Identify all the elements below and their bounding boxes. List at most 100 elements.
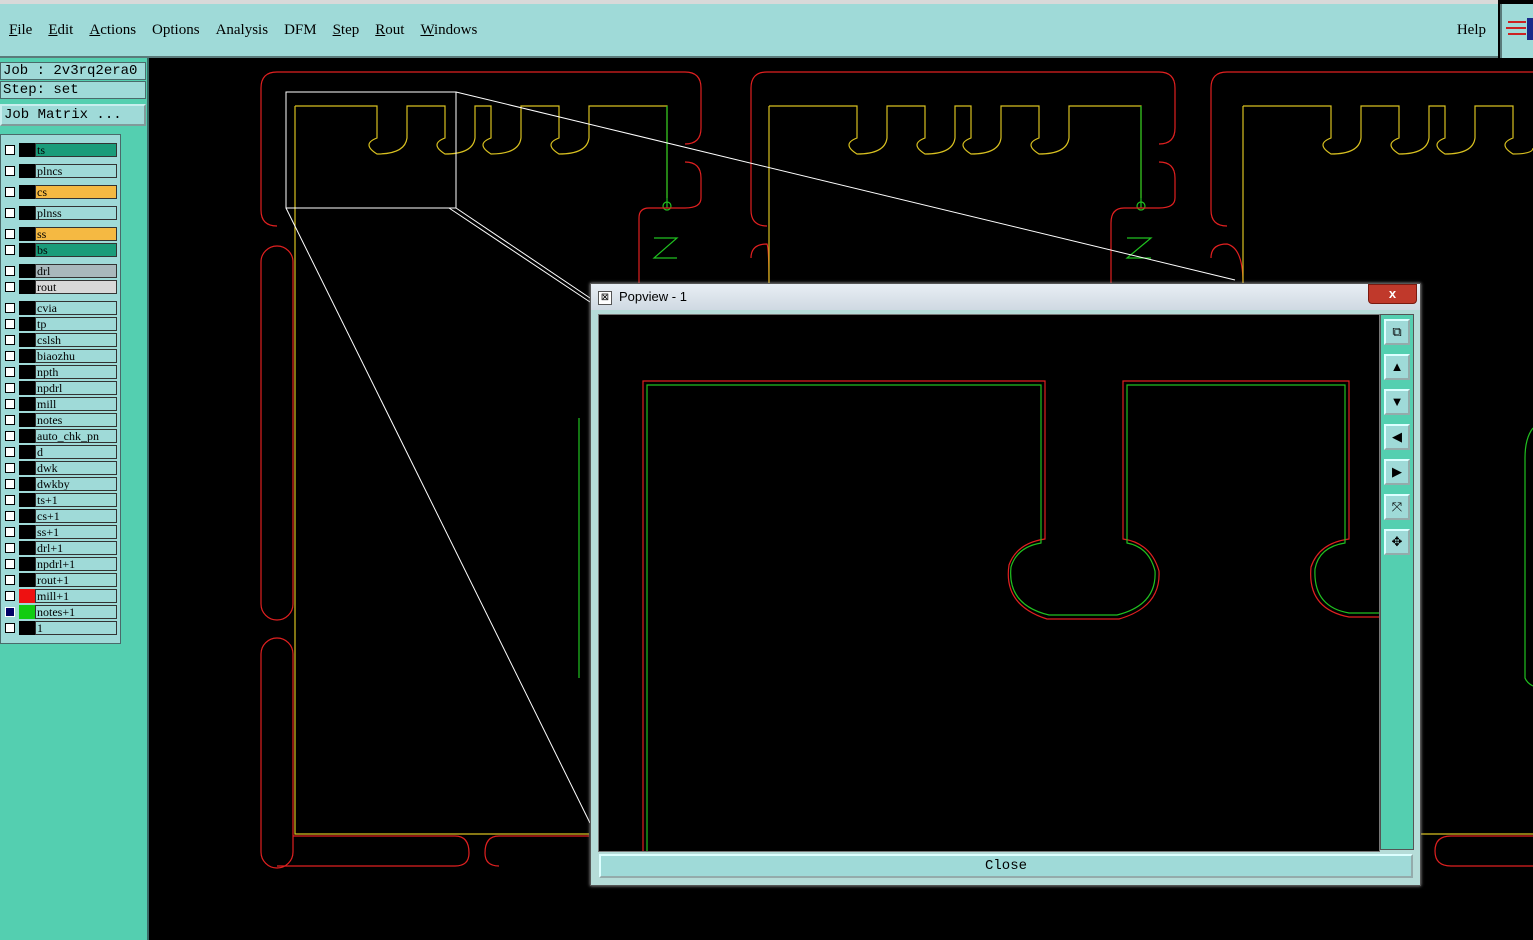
popview-titlebar[interactable]: ⊠ Popview - 1 x bbox=[591, 284, 1420, 310]
layer-row[interactable]: npth bbox=[1, 365, 119, 379]
layer-row[interactable]: plnss bbox=[1, 206, 119, 220]
zoom-fit-icon[interactable]: ⧉ bbox=[1384, 319, 1410, 345]
layer-name[interactable]: biaozhu bbox=[35, 349, 117, 363]
pan-right-icon[interactable]: ▶ bbox=[1384, 459, 1410, 485]
layer-name[interactable]: bs bbox=[35, 243, 117, 257]
menu-windows[interactable]: Windows bbox=[414, 22, 483, 39]
layer-name[interactable]: cs bbox=[35, 185, 117, 199]
menu-dfm[interactable]: DFM bbox=[278, 22, 323, 39]
layer-name[interactable]: cvia bbox=[35, 301, 117, 315]
menu-rout[interactable]: Rout bbox=[369, 22, 410, 39]
layer-name[interactable]: cs+1 bbox=[35, 509, 117, 523]
layer-checkbox[interactable] bbox=[5, 335, 15, 345]
layer-checkbox[interactable] bbox=[5, 282, 15, 292]
layer-name[interactable]: drl bbox=[35, 264, 117, 278]
layer-row[interactable]: plncs bbox=[1, 164, 119, 178]
layer-checkbox[interactable] bbox=[5, 415, 15, 425]
layer-row[interactable]: rout+1 bbox=[1, 573, 119, 587]
layer-row[interactable]: ts+1 bbox=[1, 493, 119, 507]
menu-help[interactable]: Help bbox=[1457, 22, 1486, 39]
menu-file[interactable]: File bbox=[3, 22, 38, 39]
layer-row[interactable]: npdrl+1 bbox=[1, 557, 119, 571]
zoom-out-icon[interactable]: ⤧ bbox=[1384, 494, 1410, 520]
layer-checkbox[interactable] bbox=[5, 575, 15, 585]
layer-name[interactable]: npdrl+1 bbox=[35, 557, 117, 571]
layer-row[interactable]: dwk bbox=[1, 461, 119, 475]
layer-name[interactable]: drl+1 bbox=[35, 541, 117, 555]
layer-row[interactable]: tp bbox=[1, 317, 119, 331]
layer-row[interactable]: drl bbox=[1, 264, 119, 278]
layer-row[interactable]: ss bbox=[1, 227, 119, 241]
layer-row[interactable]: cvia bbox=[1, 301, 119, 315]
layer-name[interactable]: rout bbox=[35, 280, 117, 294]
layer-name[interactable]: 1 bbox=[35, 621, 117, 635]
menu-edit[interactable]: Edit bbox=[42, 22, 79, 39]
layer-row[interactable]: biaozhu bbox=[1, 349, 119, 363]
layer-checkbox[interactable] bbox=[5, 319, 15, 329]
layer-row[interactable]: ts bbox=[1, 143, 119, 157]
layer-checkbox[interactable] bbox=[5, 187, 15, 197]
layer-row[interactable]: notes bbox=[1, 413, 119, 427]
layer-row[interactable]: d bbox=[1, 445, 119, 459]
layer-checkbox[interactable] bbox=[5, 607, 15, 617]
layer-name[interactable]: notes bbox=[35, 413, 117, 427]
layer-row[interactable]: ss+1 bbox=[1, 525, 119, 539]
layer-checkbox[interactable] bbox=[5, 543, 15, 553]
layer-checkbox[interactable] bbox=[5, 591, 15, 601]
layer-name[interactable]: notes+1 bbox=[35, 605, 117, 619]
layer-name[interactable]: npth bbox=[35, 365, 117, 379]
layer-checkbox[interactable] bbox=[5, 527, 15, 537]
layer-name[interactable]: ts+1 bbox=[35, 493, 117, 507]
layer-row[interactable]: notes+1 bbox=[1, 605, 119, 619]
layer-checkbox[interactable] bbox=[5, 383, 15, 393]
layer-row[interactable]: auto_chk_pn bbox=[1, 429, 119, 443]
layer-name[interactable]: mill+1 bbox=[35, 589, 117, 603]
layer-checkbox[interactable] bbox=[5, 166, 15, 176]
pan-up-icon[interactable]: ▲ bbox=[1384, 354, 1410, 380]
layer-checkbox[interactable] bbox=[5, 511, 15, 521]
layer-row[interactable]: npdrl bbox=[1, 381, 119, 395]
menu-options[interactable]: Options bbox=[146, 22, 206, 39]
popview-canvas[interactable] bbox=[598, 314, 1380, 852]
layer-checkbox[interactable] bbox=[5, 145, 15, 155]
layer-name[interactable]: dwk bbox=[35, 461, 117, 475]
layer-row[interactable]: dwkby bbox=[1, 477, 119, 491]
layer-row[interactable]: bs bbox=[1, 243, 119, 257]
layer-name[interactable]: ss+1 bbox=[35, 525, 117, 539]
layer-row[interactable]: drl+1 bbox=[1, 541, 119, 555]
layer-name[interactable]: d bbox=[35, 445, 117, 459]
layer-checkbox[interactable] bbox=[5, 367, 15, 377]
layer-name[interactable]: plnss bbox=[35, 206, 117, 220]
popview-close-button[interactable]: Close bbox=[599, 854, 1413, 878]
pan-down-icon[interactable]: ▼ bbox=[1384, 389, 1410, 415]
layer-checkbox[interactable] bbox=[5, 208, 15, 218]
layer-checkbox[interactable] bbox=[5, 399, 15, 409]
layer-checkbox[interactable] bbox=[5, 495, 15, 505]
layer-checkbox[interactable] bbox=[5, 229, 15, 239]
layer-name[interactable]: dwkby bbox=[35, 477, 117, 491]
layer-name[interactable]: ts bbox=[35, 143, 117, 157]
job-matrix-button[interactable]: Job Matrix ... bbox=[0, 104, 146, 126]
layer-name[interactable]: auto_chk_pn bbox=[35, 429, 117, 443]
layer-row[interactable]: 1 bbox=[1, 621, 119, 635]
layer-checkbox[interactable] bbox=[5, 431, 15, 441]
layer-name[interactable]: plncs bbox=[35, 164, 117, 178]
layer-checkbox[interactable] bbox=[5, 559, 15, 569]
layer-name[interactable]: mill bbox=[35, 397, 117, 411]
popview-close-icon[interactable]: x bbox=[1368, 284, 1417, 304]
layer-checkbox[interactable] bbox=[5, 303, 15, 313]
layer-name[interactable]: ss bbox=[35, 227, 117, 241]
layer-row[interactable]: mill+1 bbox=[1, 589, 119, 603]
menu-step[interactable]: Step bbox=[327, 22, 366, 39]
menu-analysis[interactable]: Analysis bbox=[210, 22, 275, 39]
pan-left-icon[interactable]: ◀ bbox=[1384, 424, 1410, 450]
menu-actions[interactable]: Actions bbox=[83, 22, 142, 39]
layer-checkbox[interactable] bbox=[5, 479, 15, 489]
layer-checkbox[interactable] bbox=[5, 245, 15, 255]
layer-row[interactable]: cs+1 bbox=[1, 509, 119, 523]
layer-checkbox[interactable] bbox=[5, 266, 15, 276]
layer-checkbox[interactable] bbox=[5, 447, 15, 457]
zoom-in-icon[interactable]: ✥ bbox=[1384, 529, 1410, 555]
layer-checkbox[interactable] bbox=[5, 463, 15, 473]
layer-name[interactable]: tp bbox=[35, 317, 117, 331]
